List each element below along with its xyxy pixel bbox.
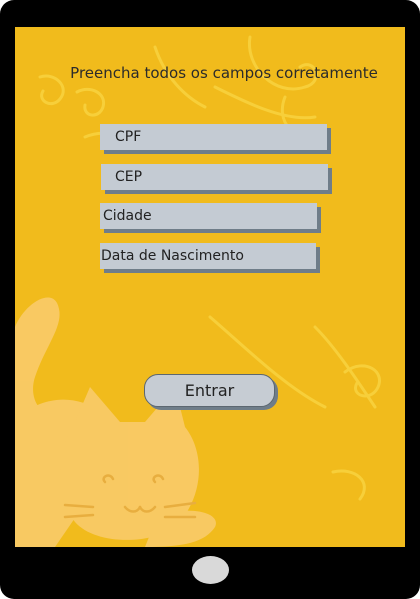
enter-button[interactable]: Entrar bbox=[144, 374, 275, 407]
city-input[interactable]: Cidade bbox=[100, 203, 317, 229]
cpf-input[interactable]: CPF bbox=[100, 124, 327, 150]
app-screen: Preencha todos os campos corretamente CP… bbox=[15, 27, 405, 547]
home-button[interactable] bbox=[192, 556, 229, 584]
birth-date-input[interactable]: Data de Nascimento bbox=[100, 243, 316, 269]
cat-illustration bbox=[15, 297, 216, 547]
cep-input[interactable]: CEP bbox=[101, 164, 328, 190]
background-illustration bbox=[15, 35, 381, 547]
page-title: Preencha todos os campos corretamente bbox=[70, 64, 378, 82]
tablet-device-frame: Preencha todos os campos corretamente CP… bbox=[0, 0, 420, 599]
